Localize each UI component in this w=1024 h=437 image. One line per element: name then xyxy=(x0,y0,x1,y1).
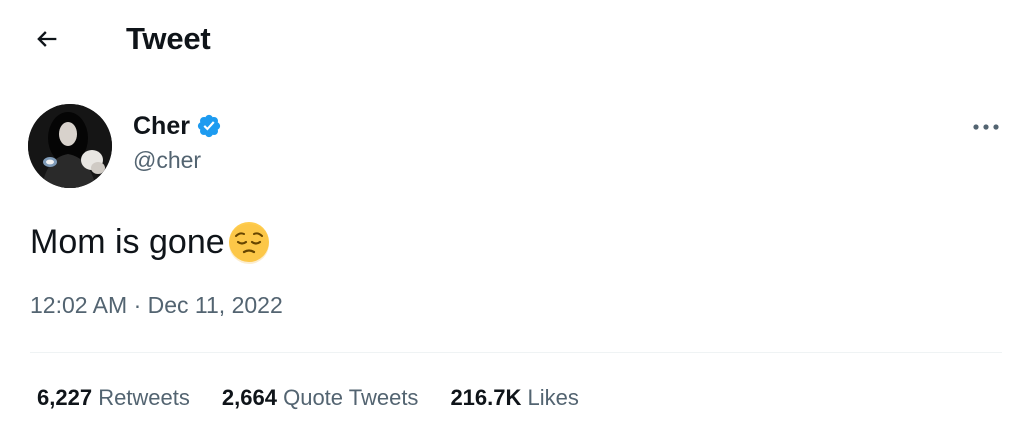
likes-count: 216.7K xyxy=(450,385,522,410)
tweet-date[interactable]: Dec 11, 2022 xyxy=(148,292,283,318)
retweets-stat[interactable]: 6,227 Retweets xyxy=(37,384,190,412)
author-name-row[interactable]: Cher xyxy=(133,110,222,142)
quote-tweets-label: Quote Tweets xyxy=(283,385,419,410)
quote-tweets-stat[interactable]: 2,664 Quote Tweets xyxy=(222,384,419,412)
arrow-left-icon xyxy=(37,31,57,47)
likes-stat[interactable]: 216.7K Likes xyxy=(450,384,578,412)
tweet-stats: 6,227 Retweets 2,664 Quote Tweets 216.7K… xyxy=(37,384,579,412)
author-handle[interactable]: @cher xyxy=(133,145,201,175)
more-options-button[interactable] xyxy=(966,112,1006,142)
verified-badge-icon xyxy=(197,114,221,138)
likes-label: Likes xyxy=(527,385,579,410)
page-title: Tweet xyxy=(126,21,211,56)
tweet-text-content: Mom is gone xyxy=(30,223,225,261)
tweet-text: Mom is gone xyxy=(30,220,271,264)
back-button[interactable] xyxy=(30,22,64,56)
author-display-name: Cher xyxy=(133,112,190,140)
pensive-face-icon xyxy=(228,222,269,264)
timestamp-separator: · xyxy=(133,292,142,318)
quote-tweets-count: 2,664 xyxy=(221,385,277,410)
divider xyxy=(30,352,1002,353)
more-options-icon xyxy=(973,124,999,130)
tweet-detail-page: Tweet Cher @cher Mom is gone 12:02 AM · … xyxy=(0,0,1024,437)
tweet-time[interactable]: 12:02 AM xyxy=(30,292,127,318)
retweets-label: Retweets xyxy=(98,385,190,410)
avatar[interactable] xyxy=(28,104,112,188)
retweets-count: 6,227 xyxy=(37,385,93,410)
tweet-timestamp: 12:02 AM · Dec 11, 2022 xyxy=(30,290,283,320)
